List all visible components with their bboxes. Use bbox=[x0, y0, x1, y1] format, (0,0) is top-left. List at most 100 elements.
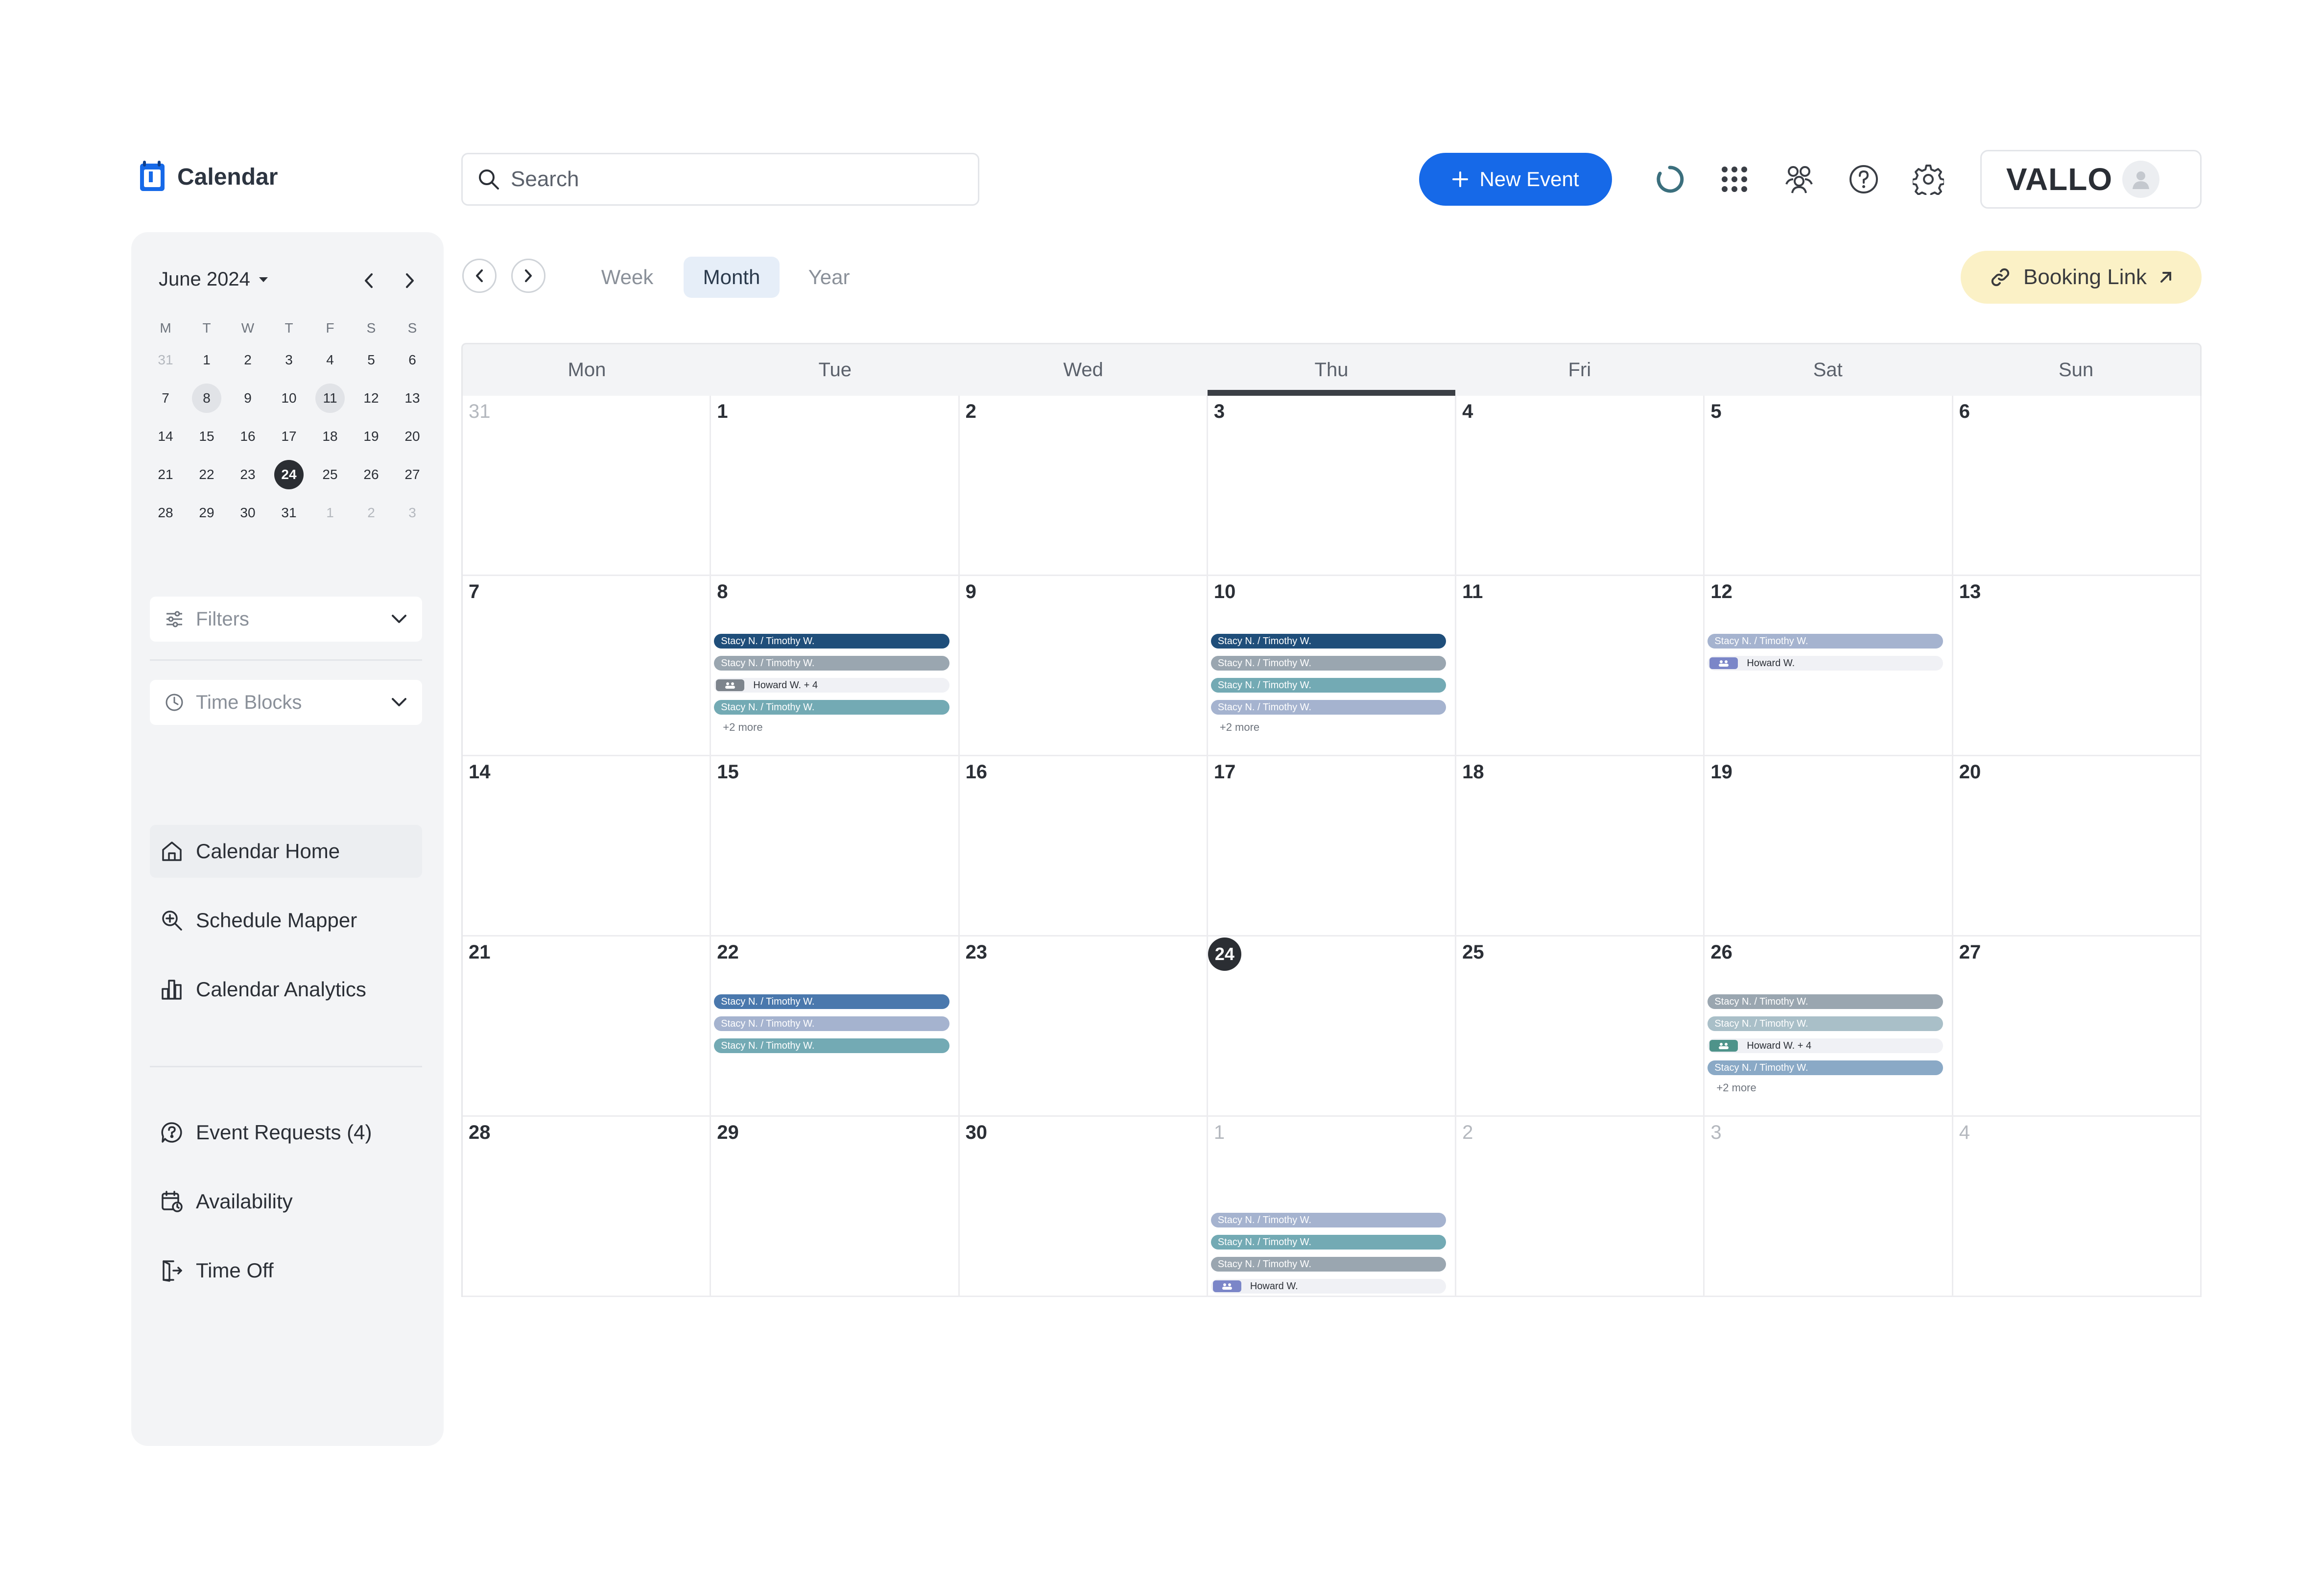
mini-calendar-day[interactable]: 15 bbox=[186, 417, 227, 456]
calendar-day-cell[interactable]: 20 bbox=[1953, 756, 2202, 937]
event-chip[interactable]: Stacy N. / Timothy W. bbox=[1210, 656, 1447, 671]
more-events-link[interactable]: +2 more bbox=[1220, 721, 1446, 734]
calendar-day-cell[interactable]: 19 bbox=[1705, 756, 1953, 937]
prev-month-button[interactable] bbox=[462, 259, 497, 293]
sidebar-item-time-off[interactable]: Time Off bbox=[150, 1244, 422, 1297]
sidebar-item-availability[interactable]: Availability bbox=[150, 1175, 422, 1228]
mini-calendar-day[interactable]: 8 bbox=[186, 379, 227, 417]
team-event-chip[interactable]: Howard W. bbox=[1210, 1279, 1447, 1294]
more-events-link[interactable]: +2 more bbox=[723, 721, 949, 734]
mini-calendar-day[interactable]: 10 bbox=[268, 379, 309, 417]
mini-calendar-month-select[interactable]: June 2024 bbox=[159, 268, 269, 290]
calendar-day-cell[interactable]: 24 bbox=[1208, 937, 1457, 1117]
mini-calendar-day[interactable]: 27 bbox=[392, 456, 433, 494]
calendar-day-cell[interactable]: 3 bbox=[1208, 396, 1457, 576]
team-event-chip[interactable]: Howard W. + 4 bbox=[1707, 1038, 1943, 1053]
mini-calendar-day[interactable]: 16 bbox=[227, 417, 268, 456]
mini-calendar-day[interactable]: 1 bbox=[309, 494, 351, 532]
account-menu[interactable]: VALLO bbox=[1980, 150, 2202, 209]
apps-grid-icon[interactable] bbox=[1717, 162, 1752, 197]
event-chip[interactable]: Stacy N. / Timothy W. bbox=[1707, 634, 1943, 649]
mini-calendar-day[interactable]: 5 bbox=[351, 341, 392, 379]
mini-calendar-day[interactable]: 19 bbox=[351, 417, 392, 456]
calendar-day-cell[interactable]: 21 bbox=[463, 937, 711, 1117]
help-icon[interactable] bbox=[1846, 162, 1881, 197]
event-chip[interactable]: Stacy N. / Timothy W. bbox=[714, 994, 949, 1009]
mini-calendar-day[interactable]: 31 bbox=[145, 341, 186, 379]
sidebar-item-schedule-mapper[interactable]: Schedule Mapper bbox=[150, 894, 422, 947]
app-logo[interactable]: Calendar bbox=[138, 160, 278, 194]
calendar-day-cell[interactable]: 23 bbox=[959, 937, 1208, 1117]
mini-calendar-day[interactable]: 9 bbox=[227, 379, 268, 417]
calendar-day-cell[interactable]: 2 bbox=[1456, 1117, 1705, 1297]
sidebar-item-calendar-home[interactable]: Calendar Home bbox=[150, 825, 422, 878]
calendar-day-cell[interactable]: 1 bbox=[711, 396, 960, 576]
calendar-day-cell[interactable]: 3 bbox=[1705, 1117, 1953, 1297]
team-icon[interactable] bbox=[1781, 162, 1817, 197]
mini-calendar-day[interactable]: 3 bbox=[392, 494, 433, 532]
mini-calendar-day[interactable]: 22 bbox=[186, 456, 227, 494]
calendar-day-cell[interactable]: 31 bbox=[463, 396, 711, 576]
calendar-day-cell[interactable]: 6 bbox=[1953, 396, 2202, 576]
team-event-chip[interactable]: Howard W. bbox=[1707, 656, 1943, 671]
calendar-day-cell[interactable]: 22 Stacy N. / Timothy W. Stacy N. / Timoth… bbox=[711, 937, 960, 1117]
calendar-day-cell[interactable]: 17 bbox=[1208, 756, 1457, 937]
event-chip[interactable]: Stacy N. / Timothy W. bbox=[1707, 1060, 1943, 1075]
sidebar-item-calendar-analytics[interactable]: Calendar Analytics bbox=[150, 963, 422, 1016]
calendar-day-cell[interactable]: 1 Stacy N. / Timothy W. Stacy N. / Timothy… bbox=[1208, 1117, 1457, 1297]
mini-calendar-day[interactable]: 17 bbox=[268, 417, 309, 456]
more-events-link[interactable]: +2 more bbox=[1716, 1082, 1943, 1094]
mini-calendar-next-button[interactable] bbox=[398, 268, 422, 293]
calendar-day-cell[interactable]: 10 Stacy N. / Timothy W. Stacy N. / Timoth… bbox=[1208, 576, 1457, 756]
event-chip[interactable]: Stacy N. / Timothy W. bbox=[1210, 1235, 1447, 1250]
mini-calendar-day[interactable]: 11 bbox=[309, 379, 351, 417]
view-tab-week[interactable]: Week bbox=[581, 257, 674, 298]
view-tab-year[interactable]: Year bbox=[788, 257, 870, 298]
team-event-chip[interactable]: Howard W. + 4 bbox=[714, 678, 949, 693]
mini-calendar-day[interactable]: 3 bbox=[268, 341, 309, 379]
mini-calendar-day[interactable]: 25 bbox=[309, 456, 351, 494]
event-chip[interactable]: Stacy N. / Timothy W. bbox=[1707, 994, 1943, 1009]
event-chip[interactable]: Stacy N. / Timothy W. bbox=[714, 700, 949, 715]
calendar-day-cell[interactable]: 12 Stacy N. / Timothy W. Howard W. bbox=[1705, 576, 1953, 756]
mini-calendar-day[interactable]: 18 bbox=[309, 417, 351, 456]
settings-icon[interactable] bbox=[1911, 162, 1946, 197]
mini-calendar-prev-button[interactable] bbox=[356, 268, 381, 293]
calendar-day-cell[interactable]: 4 bbox=[1953, 1117, 2202, 1297]
mini-calendar-day[interactable]: 31 bbox=[268, 494, 309, 532]
calendar-day-cell[interactable]: 5 bbox=[1705, 396, 1953, 576]
mini-calendar-day[interactable]: 14 bbox=[145, 417, 186, 456]
new-event-button[interactable]: New Event bbox=[1419, 153, 1612, 206]
calendar-day-cell[interactable]: 15 bbox=[711, 756, 960, 937]
calendar-day-cell[interactable]: 29 bbox=[711, 1117, 960, 1297]
event-chip[interactable]: Stacy N. / Timothy W. bbox=[714, 634, 949, 649]
calendar-day-cell[interactable]: 7 bbox=[463, 576, 711, 756]
time-blocks-dropdown[interactable]: Time Blocks bbox=[150, 680, 422, 725]
view-tab-month[interactable]: Month bbox=[684, 257, 780, 298]
mini-calendar-day[interactable]: 26 bbox=[351, 456, 392, 494]
calendar-day-cell[interactable]: 13 bbox=[1953, 576, 2202, 756]
calendar-day-cell[interactable]: 26 Stacy N. / Timothy W. Stacy N. / Timoth… bbox=[1705, 937, 1953, 1117]
mini-calendar-day[interactable]: 4 bbox=[309, 341, 351, 379]
mini-calendar-day[interactable]: 28 bbox=[145, 494, 186, 532]
mini-calendar-day[interactable]: 12 bbox=[351, 379, 392, 417]
mini-calendar-day[interactable]: 1 bbox=[186, 341, 227, 379]
next-month-button[interactable] bbox=[511, 259, 545, 293]
calendar-day-cell[interactable]: 9 bbox=[959, 576, 1208, 756]
sidebar-item-event-requests[interactable]: Event Requests (4) bbox=[150, 1106, 422, 1159]
mini-calendar-day[interactable]: 2 bbox=[227, 341, 268, 379]
event-chip[interactable]: Stacy N. / Timothy W. bbox=[1210, 678, 1447, 693]
mini-calendar-day[interactable]: 2 bbox=[351, 494, 392, 532]
mini-calendar-day[interactable]: 23 bbox=[227, 456, 268, 494]
event-chip[interactable]: Stacy N. / Timothy W. bbox=[1210, 1213, 1447, 1227]
calendar-day-cell[interactable]: 27 bbox=[1953, 937, 2202, 1117]
event-chip[interactable]: Stacy N. / Timothy W. bbox=[1707, 1016, 1943, 1031]
event-chip[interactable]: Stacy N. / Timothy W. bbox=[1210, 1257, 1447, 1272]
event-chip[interactable]: Stacy N. / Timothy W. bbox=[1210, 634, 1447, 649]
calendar-day-cell[interactable]: 11 bbox=[1456, 576, 1705, 756]
mini-calendar-day[interactable]: 20 bbox=[392, 417, 433, 456]
mini-calendar-day[interactable]: 21 bbox=[145, 456, 186, 494]
event-chip[interactable]: Stacy N. / Timothy W. bbox=[714, 1038, 949, 1053]
calendar-day-cell[interactable]: 8 Stacy N. / Timothy W. Stacy N. / Timothy… bbox=[711, 576, 960, 756]
mini-calendar-day[interactable]: 30 bbox=[227, 494, 268, 532]
